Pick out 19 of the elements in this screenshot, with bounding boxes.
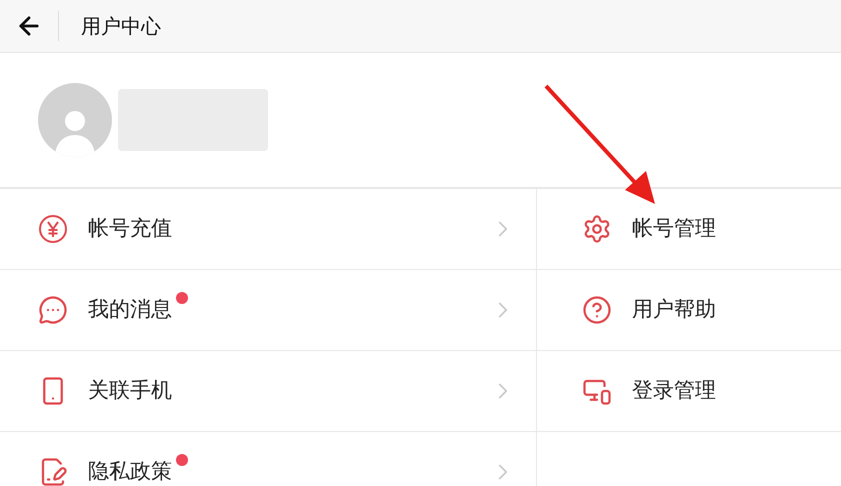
menu-label: 登录管理	[632, 377, 716, 404]
menu-item[interactable]: 我的消息	[0, 270, 536, 350]
yen-circle-icon	[38, 214, 68, 244]
help-icon	[582, 295, 612, 325]
menu-label: 关联手机	[88, 377, 172, 404]
settings-icon	[582, 214, 612, 244]
menu-label: 帐号管理	[632, 215, 716, 242]
menu-label: 隐私政策	[88, 458, 172, 486]
page-title: 用户中心	[81, 13, 161, 40]
menu-label: 用户帮助	[632, 296, 716, 324]
menu-item[interactable]: 隐私政策	[0, 432, 536, 486]
menu-item[interactable]: 关联手机	[0, 351, 536, 431]
menu-item[interactable]: 帐号管理	[537, 189, 841, 269]
menu-item[interactable]: 帐号充值	[0, 189, 536, 269]
menu-item[interactable]: 用户帮助	[537, 270, 841, 350]
menu-label: 帐号充值	[88, 215, 172, 242]
chat-bubble-icon	[38, 295, 68, 325]
menu-label: 我的消息	[88, 296, 172, 324]
menu-item[interactable]: 登录管理	[537, 351, 841, 431]
